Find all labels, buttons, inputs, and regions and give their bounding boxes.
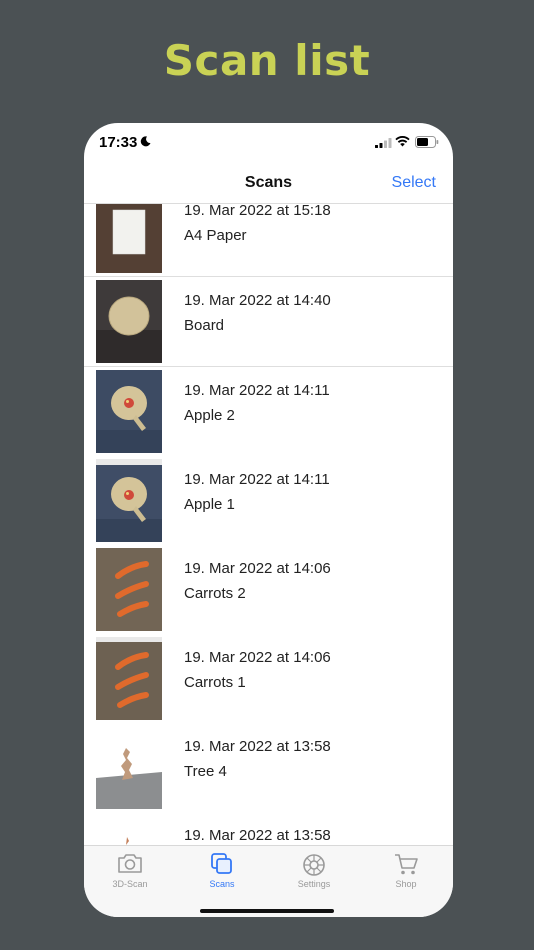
scan-row[interactable]: 19. Mar 2022 at 13:58 Tree 4 [84, 723, 453, 813]
scan-date: 19. Mar 2022 at 15:18 [184, 204, 331, 219]
navigation-bar: Scans Select [84, 161, 453, 204]
status-bar: 17:33 [84, 123, 453, 161]
tab-label: 3D-Scan [112, 879, 148, 889]
scan-thumbnail [96, 370, 162, 453]
scan-row[interactable]: 19. Mar 2022 at 14:06 Carrots 2 [84, 545, 453, 635]
scan-row[interactable]: 19. Mar 2022 at 14:06 Carrots 1 [84, 634, 453, 724]
moon-icon [140, 136, 151, 147]
tab-label: Settings [297, 879, 331, 889]
select-button[interactable]: Select [392, 174, 436, 192]
tab-bar: 3D-Scan Scans Settings Shop [84, 845, 453, 917]
scan-date: 19. Mar 2022 at 14:06 [184, 649, 331, 666]
scan-name: Apple 2 [184, 407, 235, 424]
status-time: 17:33 [99, 134, 138, 151]
scan-name: Apple 1 [184, 496, 235, 513]
scan-thumbnail [96, 815, 162, 845]
phone-screen: 17:33 Scans Select 19. Mar 2022 at 15:18… [84, 123, 453, 917]
home-indicator [200, 909, 334, 913]
scan-date: 19. Mar 2022 at 13:58 [184, 827, 331, 844]
scan-list[interactable]: 19. Mar 2022 at 15:18 A4 Paper 19. Mar 2… [84, 204, 453, 845]
wifi-icon [395, 136, 410, 147]
scan-date: 19. Mar 2022 at 13:58 [184, 738, 331, 755]
scan-date: 19. Mar 2022 at 14:06 [184, 560, 331, 577]
scan-row[interactable]: 19. Mar 2022 at 13:58 [84, 812, 453, 845]
battery-icon [415, 136, 439, 148]
scan-row[interactable]: 19. Mar 2022 at 15:18 A4 Paper [84, 204, 453, 277]
scan-name: Carrots 2 [184, 585, 246, 602]
scan-name: A4 Paper [184, 227, 247, 244]
tab-shop[interactable]: Shop [360, 846, 452, 898]
camera-icon [118, 854, 142, 873]
gear-icon [303, 854, 325, 876]
tab-3d-scan[interactable]: 3D-Scan [84, 846, 176, 898]
scan-thumbnail [96, 726, 162, 809]
scan-date: 19. Mar 2022 at 14:40 [184, 292, 331, 309]
scan-row[interactable]: 19. Mar 2022 at 14:40 Board [84, 277, 453, 367]
scan-thumbnail [96, 204, 162, 273]
scan-thumbnail [96, 637, 162, 720]
cellular-signal-icon [375, 138, 392, 148]
tab-label: Scans [209, 879, 235, 889]
cart-icon [395, 854, 418, 875]
scan-name: Tree 4 [184, 763, 227, 780]
tab-scans[interactable]: Scans [176, 846, 268, 898]
scan-thumbnail [96, 280, 162, 363]
scan-name: Board [184, 317, 225, 334]
page-headline: Scan list [163, 36, 371, 85]
scan-thumbnail [96, 548, 162, 631]
scan-row[interactable]: 19. Mar 2022 at 14:11 Apple 2 [84, 367, 453, 457]
tab-label: Shop [395, 879, 417, 889]
scan-thumbnail [96, 459, 162, 542]
scan-row[interactable]: 19. Mar 2022 at 14:11 Apple 1 [84, 456, 453, 546]
scan-date: 19. Mar 2022 at 14:11 [184, 471, 330, 488]
scans-icon [211, 853, 232, 874]
scan-date: 19. Mar 2022 at 14:11 [184, 382, 330, 399]
tab-settings[interactable]: Settings [268, 846, 360, 898]
scan-name: Carrots 1 [184, 674, 246, 691]
